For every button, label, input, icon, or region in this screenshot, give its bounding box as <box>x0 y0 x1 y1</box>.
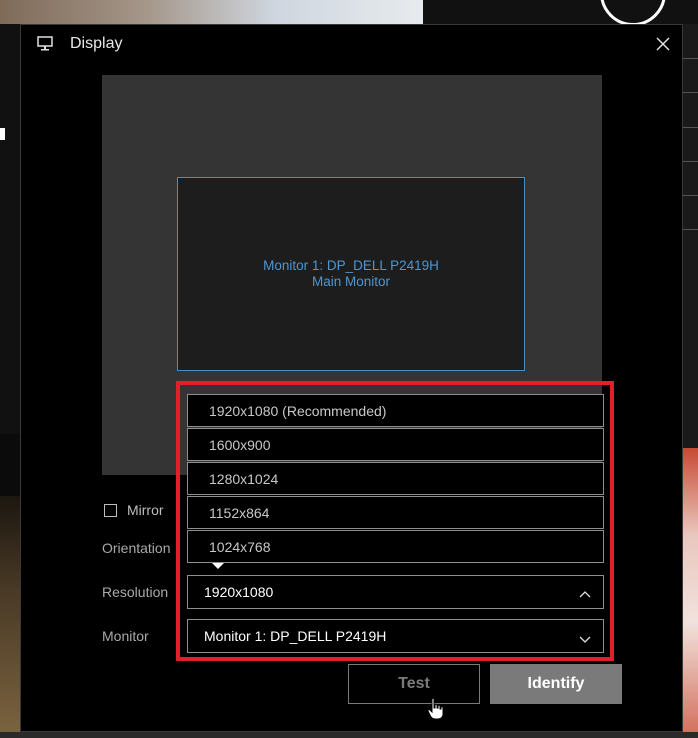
monitor-select[interactable]: Monitor 1: DP_DELL P2419H <box>187 619 604 653</box>
resolution-option[interactable]: 1152x864 <box>187 496 604 529</box>
monitor-1-preview[interactable]: Monitor 1: DP_DELL P2419H Main Monitor <box>177 177 525 371</box>
background-image-right <box>683 448 698 738</box>
resolution-select[interactable]: 1920x1080 <box>187 575 604 609</box>
mirror-label: Mirror <box>127 502 164 518</box>
resolution-option[interactable]: 1024x768 <box>187 530 604 563</box>
resolution-select-value: 1920x1080 <box>204 584 274 600</box>
background-divider <box>683 58 698 59</box>
background-window-left <box>0 24 20 738</box>
background-divider <box>683 127 698 128</box>
chevron-down-icon <box>579 631 591 647</box>
background-marker <box>0 128 5 140</box>
monitor-icon <box>37 36 53 56</box>
background-divider <box>683 161 698 162</box>
dialog-titlebar: Display <box>21 25 682 63</box>
background-window-right <box>683 24 698 738</box>
display-dialog: Display Monitor 1: DP_DELL P2419H Main M… <box>20 24 683 732</box>
orientation-label: Orientation <box>102 540 171 556</box>
dialog-title: Display <box>70 35 123 52</box>
monitor-select-value: Monitor 1: DP_DELL P2419H <box>204 628 387 644</box>
taskbar-edge <box>0 732 698 738</box>
background-divider <box>683 92 698 93</box>
background-divider <box>683 229 698 230</box>
close-icon[interactable] <box>655 36 671 57</box>
monitor-label: Monitor <box>102 628 149 644</box>
chevron-up-icon <box>579 587 591 603</box>
resolution-option[interactable]: 1920x1080 (Recommended) <box>187 394 604 427</box>
monitor-preview-name: Monitor 1: DP_DELL P2419H <box>263 258 439 273</box>
desktop-wallpaper-top <box>0 0 423 24</box>
background-image-left <box>0 496 20 738</box>
resolution-option[interactable]: 1600x900 <box>187 428 604 461</box>
resolution-option[interactable]: 1280x1024 <box>187 462 604 495</box>
test-button[interactable]: Test <box>348 664 480 704</box>
identify-button[interactable]: Identify <box>490 664 622 704</box>
monitor-preview-role: Main Monitor <box>311 274 391 289</box>
dropdown-pointer <box>212 563 224 569</box>
mirror-option[interactable]: Mirror <box>104 502 164 518</box>
resolution-label: Resolution <box>102 584 169 600</box>
background-divider <box>683 195 698 196</box>
resolution-dropdown-list: 1920x1080 (Recommended) 1600x900 1280x10… <box>187 394 604 564</box>
hand-cursor-icon <box>426 697 446 726</box>
mirror-checkbox[interactable] <box>104 503 117 517</box>
background-panel <box>0 434 20 496</box>
